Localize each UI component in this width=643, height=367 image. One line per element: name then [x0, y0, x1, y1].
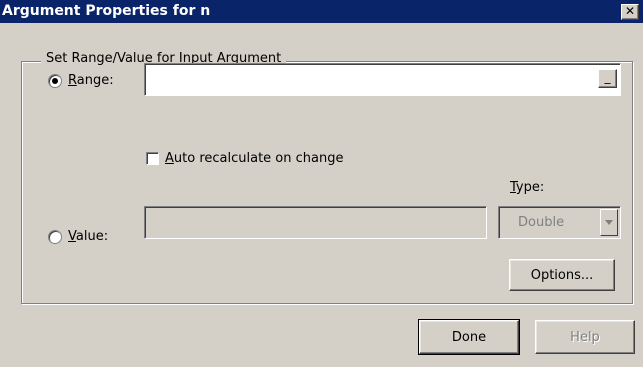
options-button[interactable]: Options... [509, 259, 615, 291]
auto-recalculate-checkbox-box[interactable] [146, 152, 159, 165]
range-picker-icon: _ [604, 70, 611, 84]
auto-recalculate-checkbox[interactable]: Auto recalculate on change [146, 151, 343, 166]
done-button[interactable]: Done [418, 319, 520, 355]
range-picker-button[interactable]: _ [598, 69, 617, 88]
value-radio[interactable]: Value: [48, 229, 108, 244]
value-radio-label: Value: [68, 229, 109, 244]
value-radio-button[interactable] [48, 229, 62, 244]
range-field[interactable] [144, 63, 621, 96]
type-select-value: Double [518, 215, 565, 230]
close-button[interactable]: ✕ [621, 4, 639, 20]
range-radio-label: Range: [68, 73, 114, 88]
help-button[interactable]: Help [535, 320, 635, 354]
value-input[interactable] [145, 207, 486, 238]
type-select[interactable]: Double [498, 206, 621, 239]
value-field[interactable] [144, 206, 487, 239]
window-title: Argument Properties for n [2, 3, 211, 19]
close-icon: ✕ [624, 4, 636, 18]
title-bar: Argument Properties for n ✕ [0, 0, 643, 23]
type-label: Type: [510, 180, 545, 195]
auto-recalculate-label: Auto recalculate on change [165, 151, 344, 166]
range-radio-button[interactable] [48, 73, 62, 88]
range-radio[interactable]: Range: [48, 73, 114, 88]
chevron-down-icon[interactable] [600, 209, 618, 236]
range-input[interactable] [145, 64, 620, 95]
